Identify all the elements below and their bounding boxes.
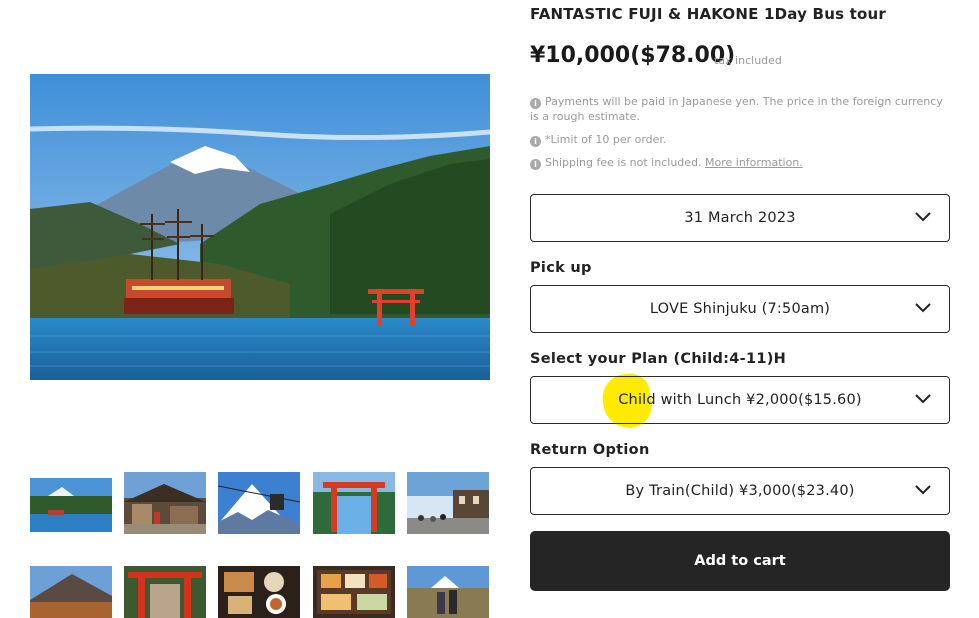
product-title: FANTASTIC FUJI & HAKONE 1Day Bus tour <box>530 5 886 23</box>
chevron-down-icon <box>915 485 931 495</box>
thumbnail-street-crowd[interactable] <box>407 472 489 534</box>
shipping-note: i Shipping fee is not included. More info… <box>530 155 803 170</box>
thumbnail-torii-gate[interactable] <box>313 472 395 534</box>
plan-select[interactable]: Child with Lunch ¥2,000($15.60) <box>530 376 950 424</box>
chevron-down-icon <box>915 303 931 313</box>
chevron-down-icon <box>915 394 931 404</box>
pickup-select-value: LOVE Shinjuku (7:50am) <box>649 301 831 317</box>
more-information-link[interactable]: More information. <box>705 156 803 169</box>
thumbnail-fuji-ropeway[interactable] <box>218 472 300 534</box>
add-to-cart-button[interactable]: Add to cart <box>530 531 950 591</box>
payment-note: i Payments will be paid in Japanese yen. … <box>530 94 950 124</box>
main-product-image[interactable] <box>30 74 490 380</box>
thumbnail-lake-ship[interactable] <box>30 472 112 534</box>
limit-note: i *Limit of 10 per order. <box>530 132 666 147</box>
thumbnail-lunch-set[interactable] <box>218 566 300 618</box>
thumbnail-temple-village[interactable] <box>124 472 206 534</box>
pickup-select[interactable]: LOVE Shinjuku (7:50am) <box>530 285 950 333</box>
return-option-select[interactable]: By Train(Child) ¥3,000($23.40) <box>530 467 950 515</box>
payment-note-text: Payments will be paid in Japanese yen. T… <box>530 95 943 123</box>
thumbnail-tourists-fuji[interactable] <box>407 566 489 618</box>
date-select-value: 31 March 2023 <box>684 210 796 226</box>
plan-label: Select your Plan (Child:4-11)H <box>530 351 787 367</box>
thumbnail-red-shrine-gate[interactable] <box>124 566 206 618</box>
product-price: ¥10,000($78.00) <box>530 43 736 68</box>
tax-note: tax included <box>714 54 782 67</box>
date-select[interactable]: 31 March 2023 <box>530 194 950 242</box>
limit-note-text: *Limit of 10 per order. <box>545 133 667 146</box>
plan-select-value: Child with Lunch ¥2,000($15.60) <box>618 392 862 408</box>
shipping-note-text: Shipping fee is not included. <box>545 156 702 169</box>
info-icon: i <box>530 136 541 147</box>
info-icon: i <box>530 159 541 170</box>
pickup-label: Pick up <box>530 260 592 276</box>
info-icon: i <box>530 98 541 109</box>
chevron-down-icon <box>915 212 931 222</box>
thumbnail-mountain-autumn[interactable] <box>30 566 112 618</box>
return-option-select-value: By Train(Child) ¥3,000($23.40) <box>625 483 855 499</box>
thumbnail-food-tray[interactable] <box>313 566 395 618</box>
return-option-label: Return Option <box>530 442 650 458</box>
